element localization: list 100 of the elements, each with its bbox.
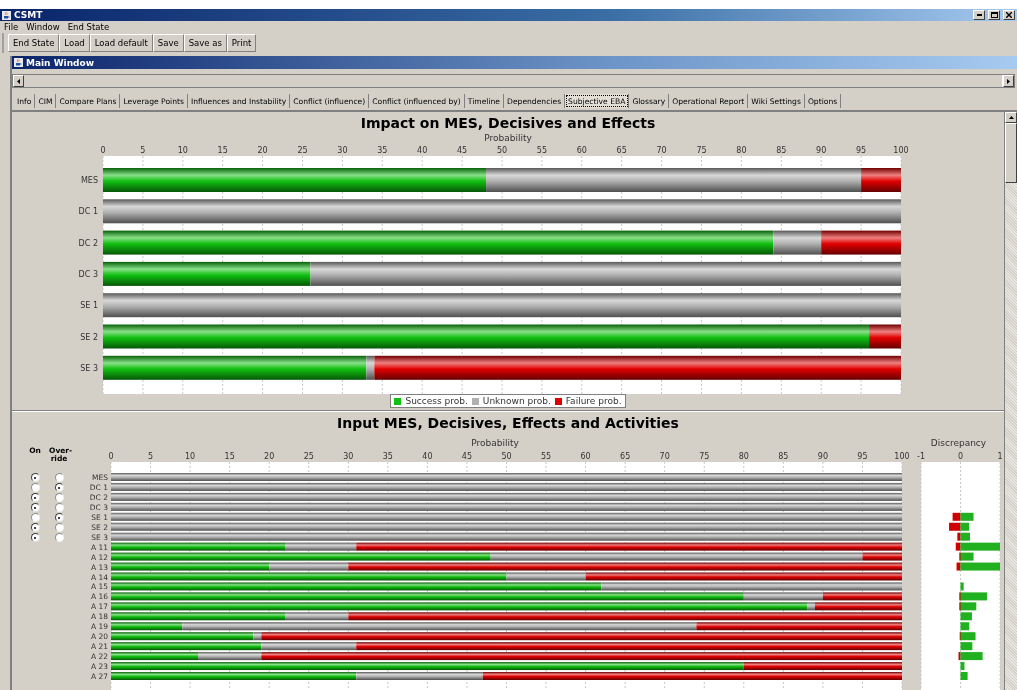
- unknown-bar: [773, 230, 822, 255]
- category-label: DC 2: [78, 238, 98, 248]
- tick-label: 40: [417, 146, 428, 155]
- axis-label: Probability: [470, 437, 520, 449]
- chart-title: Input MES, Decisives, Effects and Activities: [336, 415, 680, 432]
- radio-button[interactable]: [54, 483, 64, 493]
- tick-label: 30: [337, 146, 348, 155]
- tick-label: 25: [303, 452, 314, 461]
- toolbar-button[interactable]: Save as: [183, 34, 227, 52]
- tick-label: 20: [257, 146, 268, 155]
- tick-label: 0: [957, 452, 964, 461]
- tick-label: 45: [457, 146, 468, 155]
- unknown-bar: [366, 355, 375, 380]
- tick-label: 80: [738, 452, 749, 461]
- scroll-up-icon: [1008, 116, 1014, 119]
- toolbar-button[interactable]: Save: [152, 34, 184, 52]
- menu-item[interactable]: End State: [67, 21, 110, 32]
- radio-button[interactable]: [54, 493, 64, 503]
- radio-button[interactable]: [30, 533, 40, 543]
- tick-label: 65: [616, 146, 627, 155]
- chart-title: Impact on MES, Decisives and Effects: [359, 115, 657, 132]
- tick-label: 70: [656, 146, 667, 155]
- maximize-button[interactable]: [988, 10, 1000, 20]
- app-icon: [14, 58, 23, 67]
- radio-button[interactable]: [54, 503, 64, 513]
- radio-button[interactable]: [54, 523, 64, 533]
- minimize-icon: [976, 14, 982, 16]
- tick-label: 30: [343, 452, 354, 461]
- tick-label: 55: [536, 146, 547, 155]
- tick-label: 95: [857, 452, 868, 461]
- tick-label: 65: [620, 452, 631, 461]
- tick-label: 85: [778, 452, 789, 461]
- scrollbar-thumb[interactable]: [1005, 123, 1017, 183]
- radio-button[interactable]: [30, 473, 40, 483]
- tick-label: 75: [699, 452, 710, 461]
- tick-label: 25: [297, 146, 308, 155]
- radio-button[interactable]: [54, 473, 64, 483]
- tick-label: 5: [148, 452, 154, 461]
- tick-label: 100: [893, 146, 909, 155]
- axis-label: Probability: [483, 132, 533, 144]
- tick-label: -1: [917, 452, 925, 461]
- legend-label: Success prob.: [405, 396, 468, 406]
- category-label: SE 1: [80, 301, 98, 311]
- tick-label: 70: [659, 452, 670, 461]
- tick-label: 20: [264, 452, 275, 461]
- tick-label: 10: [185, 452, 196, 461]
- axis-label: Discrepancy: [929, 437, 988, 449]
- radio-button[interactable]: [30, 503, 40, 513]
- inner-window-title: Main Window: [26, 57, 95, 68]
- window-title: CSMT: [14, 10, 44, 20]
- tick-label: 85: [776, 146, 787, 155]
- tick-label: 0: [100, 146, 106, 155]
- radio-button[interactable]: [30, 493, 40, 503]
- legend-swatch: [554, 397, 562, 405]
- toolbar-button[interactable]: Print: [226, 34, 257, 52]
- tick-label: 90: [817, 452, 828, 461]
- radio-button[interactable]: [54, 533, 64, 543]
- tick-label: 5: [140, 146, 146, 155]
- tick-label: 50: [496, 146, 508, 155]
- failure-bar: [861, 168, 901, 192]
- toolbar-button[interactable]: Load default: [89, 34, 153, 52]
- radio-button[interactable]: [54, 513, 64, 523]
- tick-label: 60: [580, 452, 591, 461]
- category-label: SE 3: [80, 363, 98, 373]
- tick-label: 35: [382, 452, 393, 461]
- tick-label: 35: [377, 146, 388, 155]
- toolbar-button[interactable]: Load: [59, 34, 90, 52]
- tick-label: 80: [736, 146, 747, 155]
- radio-button[interactable]: [30, 513, 40, 523]
- scroll-left-icon: [17, 78, 20, 84]
- vertical-scrollbar[interactable]: [1004, 112, 1017, 690]
- failure-bar: [869, 324, 901, 349]
- tick-label: 40: [422, 452, 433, 461]
- tick-label: 95: [856, 146, 867, 155]
- tick-label: 15: [224, 452, 235, 461]
- tick-label: 55: [540, 452, 552, 461]
- horizontal-scrollbar[interactable]: [12, 74, 1015, 88]
- maximize-icon: [990, 12, 998, 18]
- tick-label: 75: [696, 146, 707, 155]
- tick-label: 60: [576, 146, 587, 155]
- legend-label: Unknown prob.: [482, 396, 551, 406]
- legend-swatch: [394, 397, 402, 405]
- category-label: DC 3: [78, 269, 98, 279]
- close-button[interactable]: [1003, 10, 1015, 20]
- tick-label: 15: [217, 146, 228, 155]
- radio-button[interactable]: [30, 483, 40, 493]
- tick-label: 100: [894, 452, 910, 461]
- legend-swatch: [471, 397, 479, 405]
- menu-item[interactable]: Window: [26, 21, 60, 32]
- tick-label: 1: [997, 452, 1002, 461]
- toolbar-button[interactable]: End State: [8, 34, 60, 52]
- category-label: MES: [80, 176, 98, 185]
- app-icon: [2, 10, 11, 20]
- tick-label: 10: [177, 146, 188, 155]
- minimize-button[interactable]: [973, 10, 985, 20]
- category-label: DC 1: [78, 207, 98, 217]
- close-icon: [1006, 12, 1012, 18]
- tick-label: 45: [461, 452, 473, 461]
- menu-item[interactable]: File: [4, 21, 19, 32]
- radio-button[interactable]: [30, 523, 40, 533]
